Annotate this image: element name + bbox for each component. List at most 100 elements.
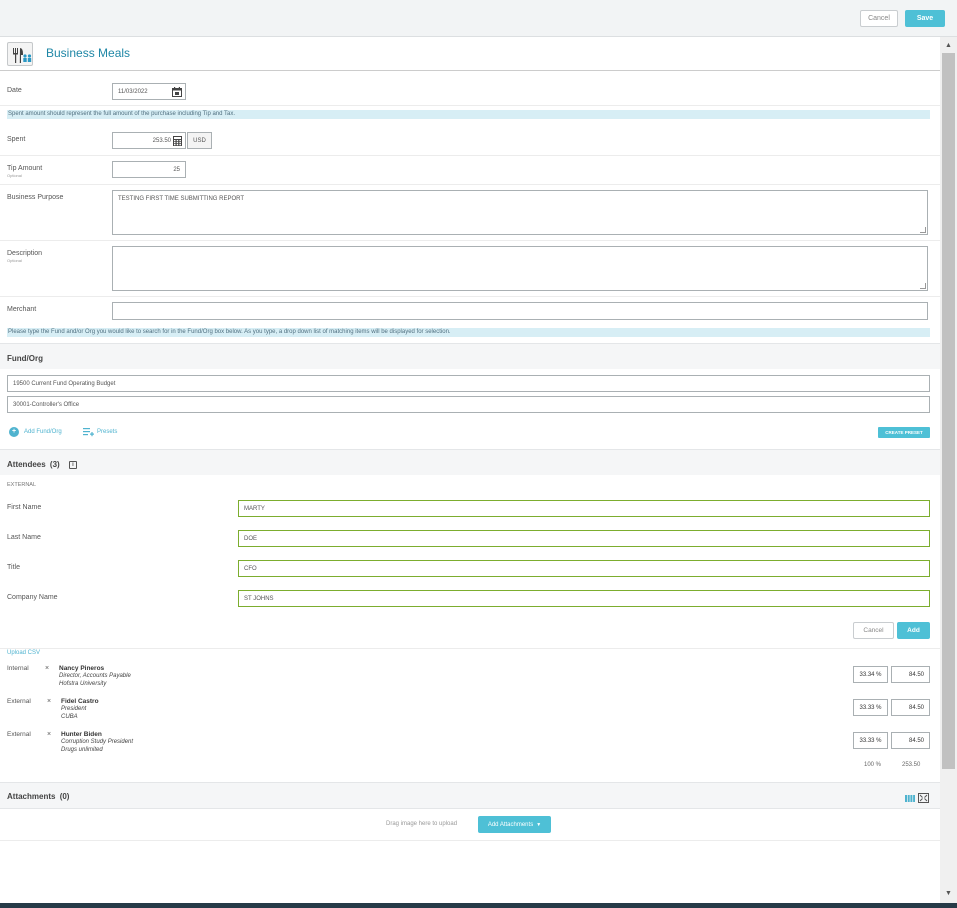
attendee-percent-input[interactable]: 33.34 %	[853, 666, 888, 683]
bottom-bar	[0, 903, 957, 908]
attendee-cancel-button[interactable]: Cancel	[853, 622, 894, 639]
add-fund-org-link[interactable]: Add Fund/Org	[24, 429, 62, 435]
divider	[0, 155, 940, 156]
fund-org-title: Fund/Org	[7, 354, 43, 363]
scroll-up-icon[interactable]: ▲	[944, 41, 953, 50]
business-purpose-value: TESTING FIRST TIME SUBMITTING REPORT	[118, 196, 245, 202]
top-toolbar: Cancel Save	[0, 0, 957, 37]
attendee-type: External	[7, 698, 31, 705]
attendee-name: Hunter Biden	[61, 731, 102, 738]
attendees-section-header: Attendees (3) i	[0, 449, 940, 475]
attendee-amount-input[interactable]: 84.50	[891, 732, 930, 749]
presets-icon[interactable]	[83, 428, 94, 439]
date-value: 11/03/2022	[118, 88, 148, 95]
currency-badge: USD	[187, 132, 212, 149]
last-name-input[interactable]: DOE	[238, 530, 930, 547]
description-textarea[interactable]	[112, 246, 928, 291]
attendee-type: Internal	[7, 665, 29, 672]
page-title: Business Meals	[46, 46, 131, 60]
info-icon[interactable]: i	[69, 461, 77, 469]
merchant-input[interactable]	[112, 302, 928, 320]
first-name-label: First Name	[7, 504, 42, 511]
tip-input[interactable]: 25	[112, 161, 186, 178]
attendees-title-text: Attendees	[7, 460, 46, 469]
attendee-amount-input[interactable]: 84.50	[891, 699, 930, 716]
attendee-title: Director, Accounts Payable	[59, 673, 131, 679]
chevron-down-icon: ▼	[536, 821, 542, 828]
upload-csv-link[interactable]: Upload CSV	[7, 650, 40, 656]
merchant-label: Merchant	[7, 306, 37, 313]
fund-input[interactable]: 19500 Current Fund Operating Budget	[7, 375, 930, 392]
company-name-label: Company Name	[7, 594, 58, 601]
attendee-percent-input[interactable]: 33.33 %	[853, 699, 888, 716]
divider	[0, 648, 940, 649]
divider	[0, 105, 940, 106]
expense-form: Business Meals Date 11/03/2022 Spent amo…	[0, 37, 940, 903]
vertical-scrollbar[interactable]: ▲ ▼	[940, 37, 957, 903]
org-input[interactable]: 30001-Controller's Office	[7, 396, 930, 413]
tip-label: Tip Amount	[7, 165, 43, 172]
first-name-input[interactable]: MARTY	[238, 500, 930, 517]
scroll-thumb[interactable]	[942, 53, 955, 769]
company-name-input[interactable]: ST JOHNS	[238, 590, 930, 607]
remove-attendee-icon[interactable]: ×	[47, 698, 51, 705]
spent-input[interactable]: 253.50	[112, 132, 186, 149]
attendee-company: CUBA	[61, 714, 78, 720]
business-purpose-label: Business Purpose	[7, 194, 64, 201]
attendee-name: Nancy Pineros	[59, 665, 105, 672]
remove-attendee-icon[interactable]: ×	[47, 731, 51, 738]
divider	[0, 184, 940, 185]
attachments-title-text: Attachments	[7, 792, 56, 801]
grid-view-icon[interactable]	[905, 795, 915, 804]
presets-link[interactable]: Presets	[97, 429, 117, 435]
date-input[interactable]: 11/03/2022	[112, 83, 186, 100]
attendee-title: Corruption Study President	[61, 739, 134, 745]
utensils-icon	[7, 42, 33, 66]
attendee-amount-input[interactable]: 84.50	[891, 666, 930, 683]
create-preset-button[interactable]: CREATE PRESET	[878, 427, 930, 438]
attendees-title: Attendees (3)	[7, 460, 60, 469]
spent-info-bar: Spent amount should represent the full a…	[7, 110, 930, 119]
attendee-group-label: EXTERNAL	[7, 482, 37, 488]
save-button[interactable]: Save	[905, 10, 945, 27]
description-optional-label: Optional	[7, 258, 22, 263]
attendee-type: External	[7, 731, 31, 738]
description-label: Description	[7, 250, 43, 257]
last-name-label: Last Name	[7, 534, 41, 541]
attachments-title: Attachments (0)	[7, 792, 69, 801]
resize-handle-icon[interactable]	[920, 227, 926, 233]
divider	[0, 296, 940, 297]
scroll-down-icon[interactable]: ▼	[944, 889, 953, 898]
total-percent: 100 %	[864, 762, 882, 768]
spent-label: Spent	[7, 136, 26, 143]
add-attachments-button[interactable]: Add Attachments ▼	[478, 816, 551, 833]
calculator-icon[interactable]	[173, 136, 182, 148]
attendee-name: Fidel Castro	[61, 698, 99, 705]
calendar-icon[interactable]	[172, 87, 182, 99]
remove-attendee-icon[interactable]: ×	[45, 665, 49, 672]
title-input[interactable]: CFO	[238, 560, 930, 577]
fund-org-section-header: Fund/Org	[0, 343, 940, 369]
fund-info-bar: Please type the Fund and/or Org you woul…	[7, 328, 930, 337]
attendee-title: President	[61, 706, 87, 712]
divider	[0, 240, 940, 241]
add-attachments-label: Add Attachments	[487, 821, 534, 828]
attachments-count: (0)	[59, 792, 70, 801]
business-purpose-textarea[interactable]: TESTING FIRST TIME SUBMITTING REPORT	[112, 190, 928, 235]
attachments-section-header: Attachments (0)	[0, 782, 940, 809]
resize-handle-icon[interactable]	[920, 283, 926, 289]
spent-value: 253.50	[152, 137, 171, 144]
attendee-company: Drugs unlimited	[61, 747, 103, 753]
add-fund-org-icon[interactable]: +	[9, 427, 19, 437]
expand-icon[interactable]	[918, 793, 929, 805]
attendee-add-button[interactable]: Add	[897, 622, 930, 639]
title-label: Title	[7, 564, 20, 571]
drag-upload-text: Drag image here to upload	[386, 821, 458, 827]
tip-optional-label: Optional	[7, 173, 22, 178]
total-amount: 253.50	[902, 762, 921, 768]
attendees-count: (3)	[49, 460, 60, 469]
date-label: Date	[7, 87, 22, 94]
cancel-button[interactable]: Cancel	[860, 10, 898, 27]
divider	[0, 840, 940, 841]
attendee-percent-input[interactable]: 33.33 %	[853, 732, 888, 749]
